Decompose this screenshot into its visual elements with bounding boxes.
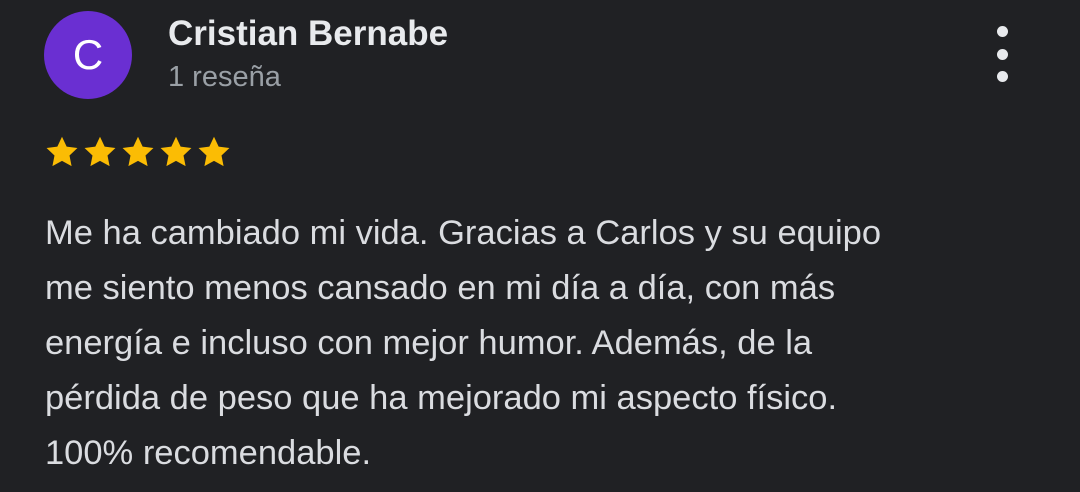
star-icon [160, 136, 192, 167]
review-text-line: 100% recomendable. [45, 434, 372, 472]
star-icon [122, 136, 154, 167]
review-text-line: Me ha cambiado mi vida. Gracias a Carlos… [45, 214, 882, 252]
review-text-line: me siento menos cansado en mi día a día,… [45, 269, 836, 307]
reviewer-review-count: 1 reseña [168, 61, 281, 93]
review-text: Me ha cambiado mi vida. Gracias a Carlos… [45, 206, 1045, 481]
reviewer-name[interactable]: Cristian Bernabe [168, 14, 448, 54]
star-icon [198, 136, 230, 167]
star-rating [44, 134, 232, 170]
more-vert-icon [996, 26, 1008, 37]
star-icon [46, 136, 78, 167]
more-vert-icon-dot [996, 71, 1008, 82]
review-text-line: energía e incluso con mejor humor. Ademá… [45, 324, 813, 362]
avatar-initial: C [72, 31, 104, 78]
avatar[interactable]: C [44, 11, 132, 99]
review-card: C Cristian Bernabe 1 reseña Me ha cambia… [0, 0, 1080, 492]
star-icon [84, 136, 116, 167]
more-vert-icon-dot [996, 48, 1008, 60]
review-text-line: pérdida de peso que ha mejorado mi aspec… [45, 379, 838, 417]
more-options-button[interactable] [982, 26, 1022, 82]
